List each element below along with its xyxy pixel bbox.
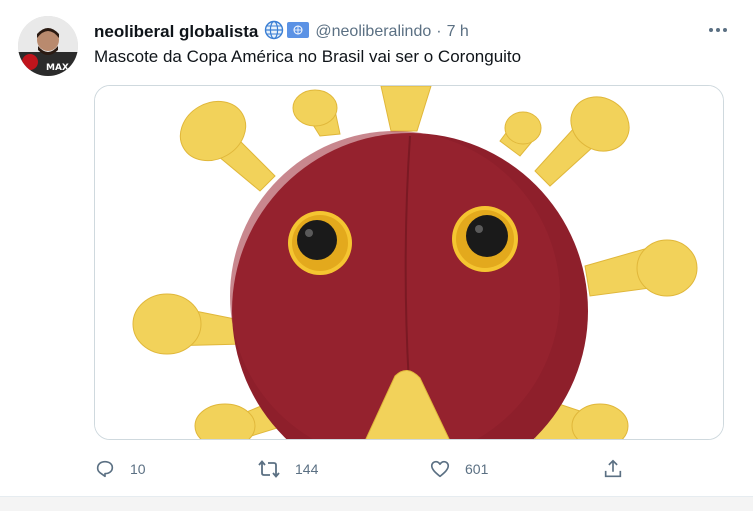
- more-dot-icon: [709, 28, 713, 32]
- tweet-header: neoliberal globalista @neoliberalindo · …: [94, 20, 469, 44]
- globe-icon: [264, 20, 284, 45]
- more-options-button[interactable]: [705, 20, 731, 40]
- retweet-count: 144: [295, 461, 319, 477]
- plush-virus-image: [95, 86, 723, 439]
- like-count: 601: [465, 461, 489, 477]
- reply-count: 10: [130, 461, 146, 477]
- avatar-image: MAX: [18, 16, 78, 76]
- avatar[interactable]: MAX: [18, 16, 78, 76]
- share-button[interactable]: [602, 456, 624, 482]
- separator-dot: ·: [436, 23, 442, 40]
- more-dot-icon: [723, 28, 727, 32]
- share-icon: [604, 459, 622, 478]
- next-tweet-divider: [0, 496, 753, 511]
- svg-text:MAX: MAX: [46, 63, 69, 73]
- un-flag-icon: [287, 21, 310, 43]
- tweet-card[interactable]: MAX neoliberal globalista @neoliberalind…: [0, 0, 753, 496]
- like-button[interactable]: 601: [429, 456, 488, 482]
- tweet-actions: 10 144 601: [94, 456, 634, 482]
- reply-icon: [96, 460, 114, 478]
- tweet-text: Mascote da Copa América no Brasil vai se…: [94, 47, 522, 66]
- handle[interactable]: @neoliberalindo: [315, 23, 431, 41]
- more-dot-icon: [716, 28, 720, 32]
- tweet-media[interactable]: [94, 85, 724, 440]
- reply-button[interactable]: 10: [94, 456, 146, 482]
- retweet-icon: [258, 460, 280, 478]
- timestamp[interactable]: 7 h: [447, 23, 469, 41]
- display-name[interactable]: neoliberal globalista: [94, 22, 258, 42]
- heart-icon: [430, 460, 450, 478]
- retweet-button[interactable]: 144: [257, 456, 318, 482]
